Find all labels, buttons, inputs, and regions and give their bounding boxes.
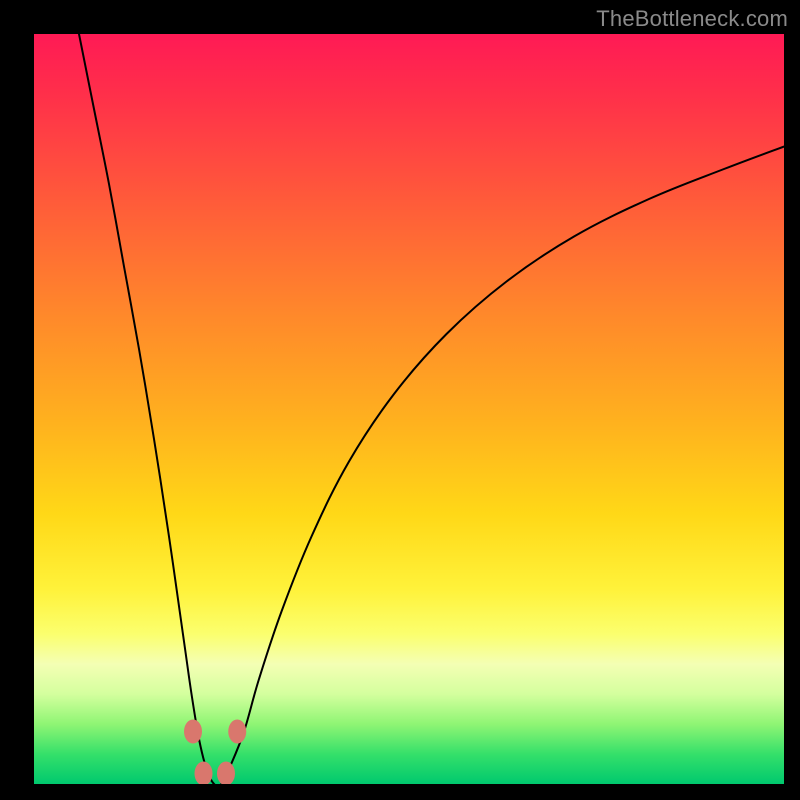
curve-svg	[34, 34, 784, 784]
watermark-text: TheBottleneck.com	[596, 6, 788, 32]
curve-marker	[195, 762, 213, 785]
chart-stage: TheBottleneck.com	[0, 0, 800, 800]
curve-marker	[184, 720, 202, 744]
curve-marker	[228, 720, 246, 744]
plot-area	[34, 34, 784, 784]
curve-marker	[217, 762, 235, 785]
bottleneck-curve	[79, 34, 784, 784]
